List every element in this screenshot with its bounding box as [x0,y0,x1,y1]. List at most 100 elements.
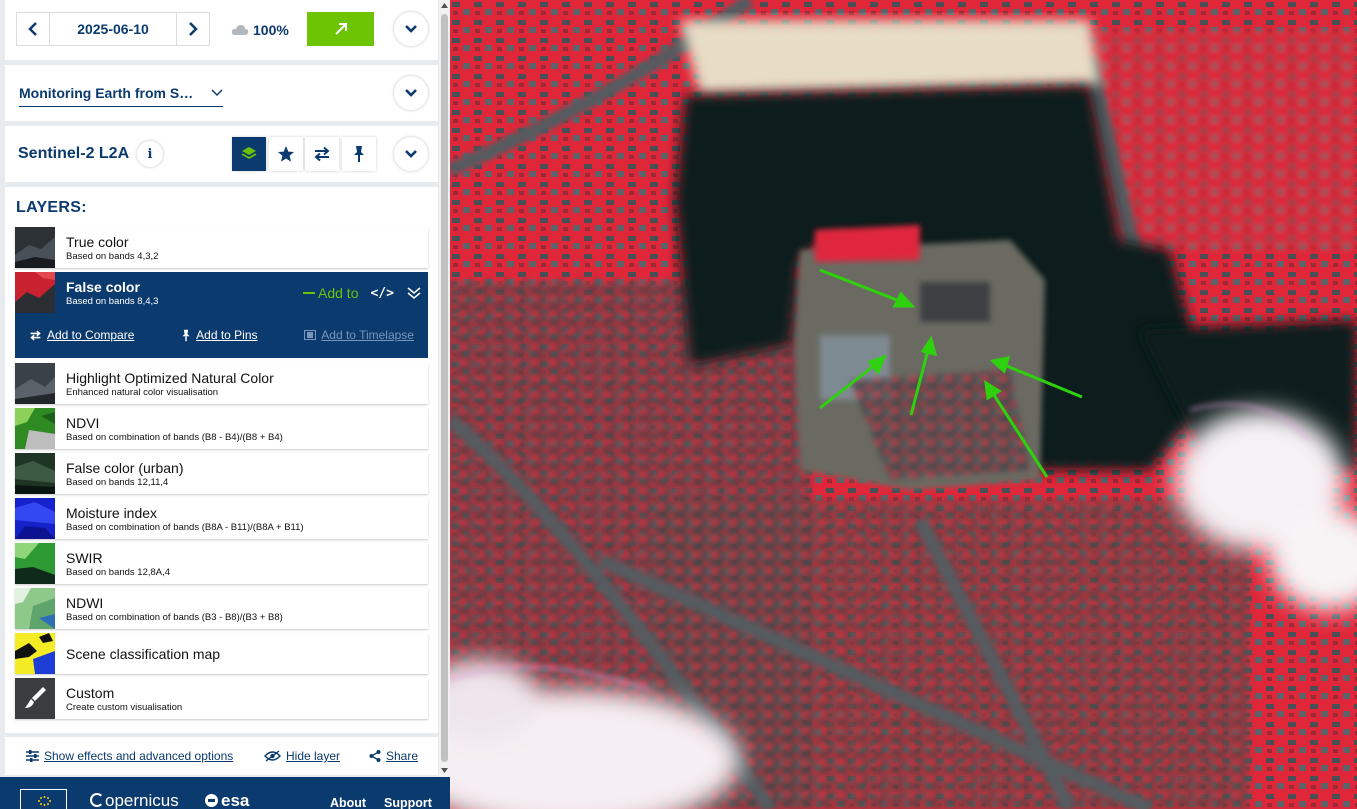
scrollbar-thumb[interactable] [441,14,448,762]
copernicus-logo: opernicus [90,791,179,809]
chevron-right-icon [189,22,198,36]
add-to-timelapse-link: Add to Timelapse [304,328,414,342]
share-link[interactable]: Share [369,749,418,763]
compare-arrows-icon [30,329,41,341]
sidebar-scrollbar[interactable] [439,0,450,778]
collection-card: Sentinel-2 L2A i [5,126,438,182]
chevron-left-icon [28,22,37,36]
layer-description: Based on combination of bands (B8A - B11… [66,522,304,533]
layer-name: Scene classification map [66,646,221,662]
pin-icon [354,146,364,162]
copernicus-logo-text: opernicus [105,791,179,809]
layer-item-false-color[interactable]: False color Based on bands 8,4,3 Add to … [15,272,428,358]
star-icon [278,146,294,162]
info-button[interactable]: i [137,141,163,167]
layer-thumbnail [15,588,55,629]
favorites-button[interactable] [269,137,303,171]
show-effects-link[interactable]: Show effects and advanced options [26,749,233,763]
layer-description: Based on bands 12,8A,4 [66,567,171,578]
hide-layer-link[interactable]: Hide layer [264,749,340,763]
warehouse-roofs [680,20,1100,95]
collapse-collection-button[interactable] [394,137,428,171]
scroll-down-arrow-icon[interactable] [441,768,448,773]
go-to-date-button[interactable] [307,12,374,46]
esa-logo: esa [205,791,249,809]
theme-selected-value: Monitoring Earth from S… [19,85,194,101]
layer-thumbnail [15,408,55,449]
add-to-label: Add to [318,285,359,301]
chevron-down-icon [405,25,417,33]
compare-arrows-icon [314,146,330,162]
satellite-map[interactable] [450,0,1357,809]
theme-card: Monitoring Earth from S… [5,65,438,121]
about-link[interactable]: About [330,796,366,809]
pin-icon [182,329,190,341]
layer-item-false-color-urban[interactable]: False color (urban) Based on bands 12,11… [15,453,428,494]
bottom-bar: opernicus esa About Support [0,777,450,809]
layer-description: Based on combination of bands (B8 - B4)/… [66,432,283,443]
support-link[interactable]: Support [384,796,432,809]
layer-thumbnail [15,272,55,313]
next-date-button[interactable] [176,12,210,46]
layer-name: False color (urban) [66,460,184,476]
layer-description: Create custom visualisation [66,702,183,713]
previous-date-button[interactable] [16,12,50,46]
layer-item-true-color[interactable]: True color Based on bands 4,3,2 [15,227,428,268]
compare-button[interactable] [305,137,339,171]
pier-vegetation [815,225,920,262]
layers-icon [241,147,257,160]
chevron-down-icon [405,150,417,158]
hide-layer-label: Hide layer [286,749,341,763]
add-to-pins-link[interactable]: Add to Pins [181,328,258,342]
layer-description: Based on bands 4,3,2 [66,251,159,262]
layer-actions: Add to </> [303,285,422,301]
layers-heading: LAYERS: [16,199,87,216]
theme-dropdown[interactable]: Monitoring Earth from S… [19,80,223,107]
layer-name: Moisture index [66,505,158,521]
layer-thumbnail [15,227,55,268]
layer-item-highlight-optimized[interactable]: Highlight Optimized Natural Color Enhanc… [15,363,428,404]
date-input[interactable]: 2025-06-10 [50,12,176,46]
layer-thumbnail [15,543,55,584]
double-chevron-down-icon[interactable] [406,286,422,300]
add-to-button[interactable]: Add to [303,285,358,301]
layer-name: True color [66,234,129,250]
cloud-coverage-value: 100% [253,22,289,38]
layer-thumbnail [15,453,55,494]
scroll-up-arrow-icon[interactable] [441,3,448,8]
eu-flag-logo [20,789,67,809]
collapse-theme-button[interactable] [394,76,428,110]
paintbrush-icon [15,678,55,719]
layer-item-swir[interactable]: SWIR Based on bands 12,8A,4 [15,543,428,584]
collapse-date-button[interactable] [394,12,428,46]
film-icon [304,330,317,340]
show-effects-label: Show effects and advanced options [44,749,234,763]
layer-thumbnail [15,633,55,674]
cloud-icon [231,25,249,35]
layers-tab-button[interactable] [232,137,266,171]
share-label: Share [386,749,419,763]
chevron-down-icon [405,89,417,97]
pins-button[interactable] [342,137,376,171]
layer-footer-actions: Show effects and advanced options Hide l… [5,737,438,775]
date-value: 2025-06-10 [77,21,149,37]
info-icon: i [147,146,153,162]
eye-slash-icon [264,750,281,762]
add-to-compare-label: Add to Compare [47,328,135,342]
arrow-up-right-icon [334,23,347,35]
layer-item-ndwi[interactable]: NDWI Based on combination of bands (B3 -… [15,588,428,629]
layer-item-scene-classification[interactable]: Scene classification map [15,633,428,674]
layer-item-moisture-index[interactable]: Moisture index Based on combination of b… [15,498,428,539]
false-color-imagery[interactable] [450,0,1357,809]
code-icon[interactable]: </> [370,286,393,301]
layer-item-custom[interactable]: Custom Create custom visualisation [15,678,428,719]
construction-site [920,282,990,322]
layer-name: SWIR [66,550,103,566]
layer-item-ndvi[interactable]: NDVI Based on combination of bands (B8 -… [15,408,428,449]
esa-logo-text: esa [221,791,250,809]
cloud-coverage: 100% [231,22,289,38]
minus-icon [303,292,315,294]
add-to-timelapse-label: Add to Timelapse [321,328,414,342]
add-to-compare-link[interactable]: Add to Compare [29,328,134,342]
layer-description: Based on bands 8,4,3 [66,296,159,307]
